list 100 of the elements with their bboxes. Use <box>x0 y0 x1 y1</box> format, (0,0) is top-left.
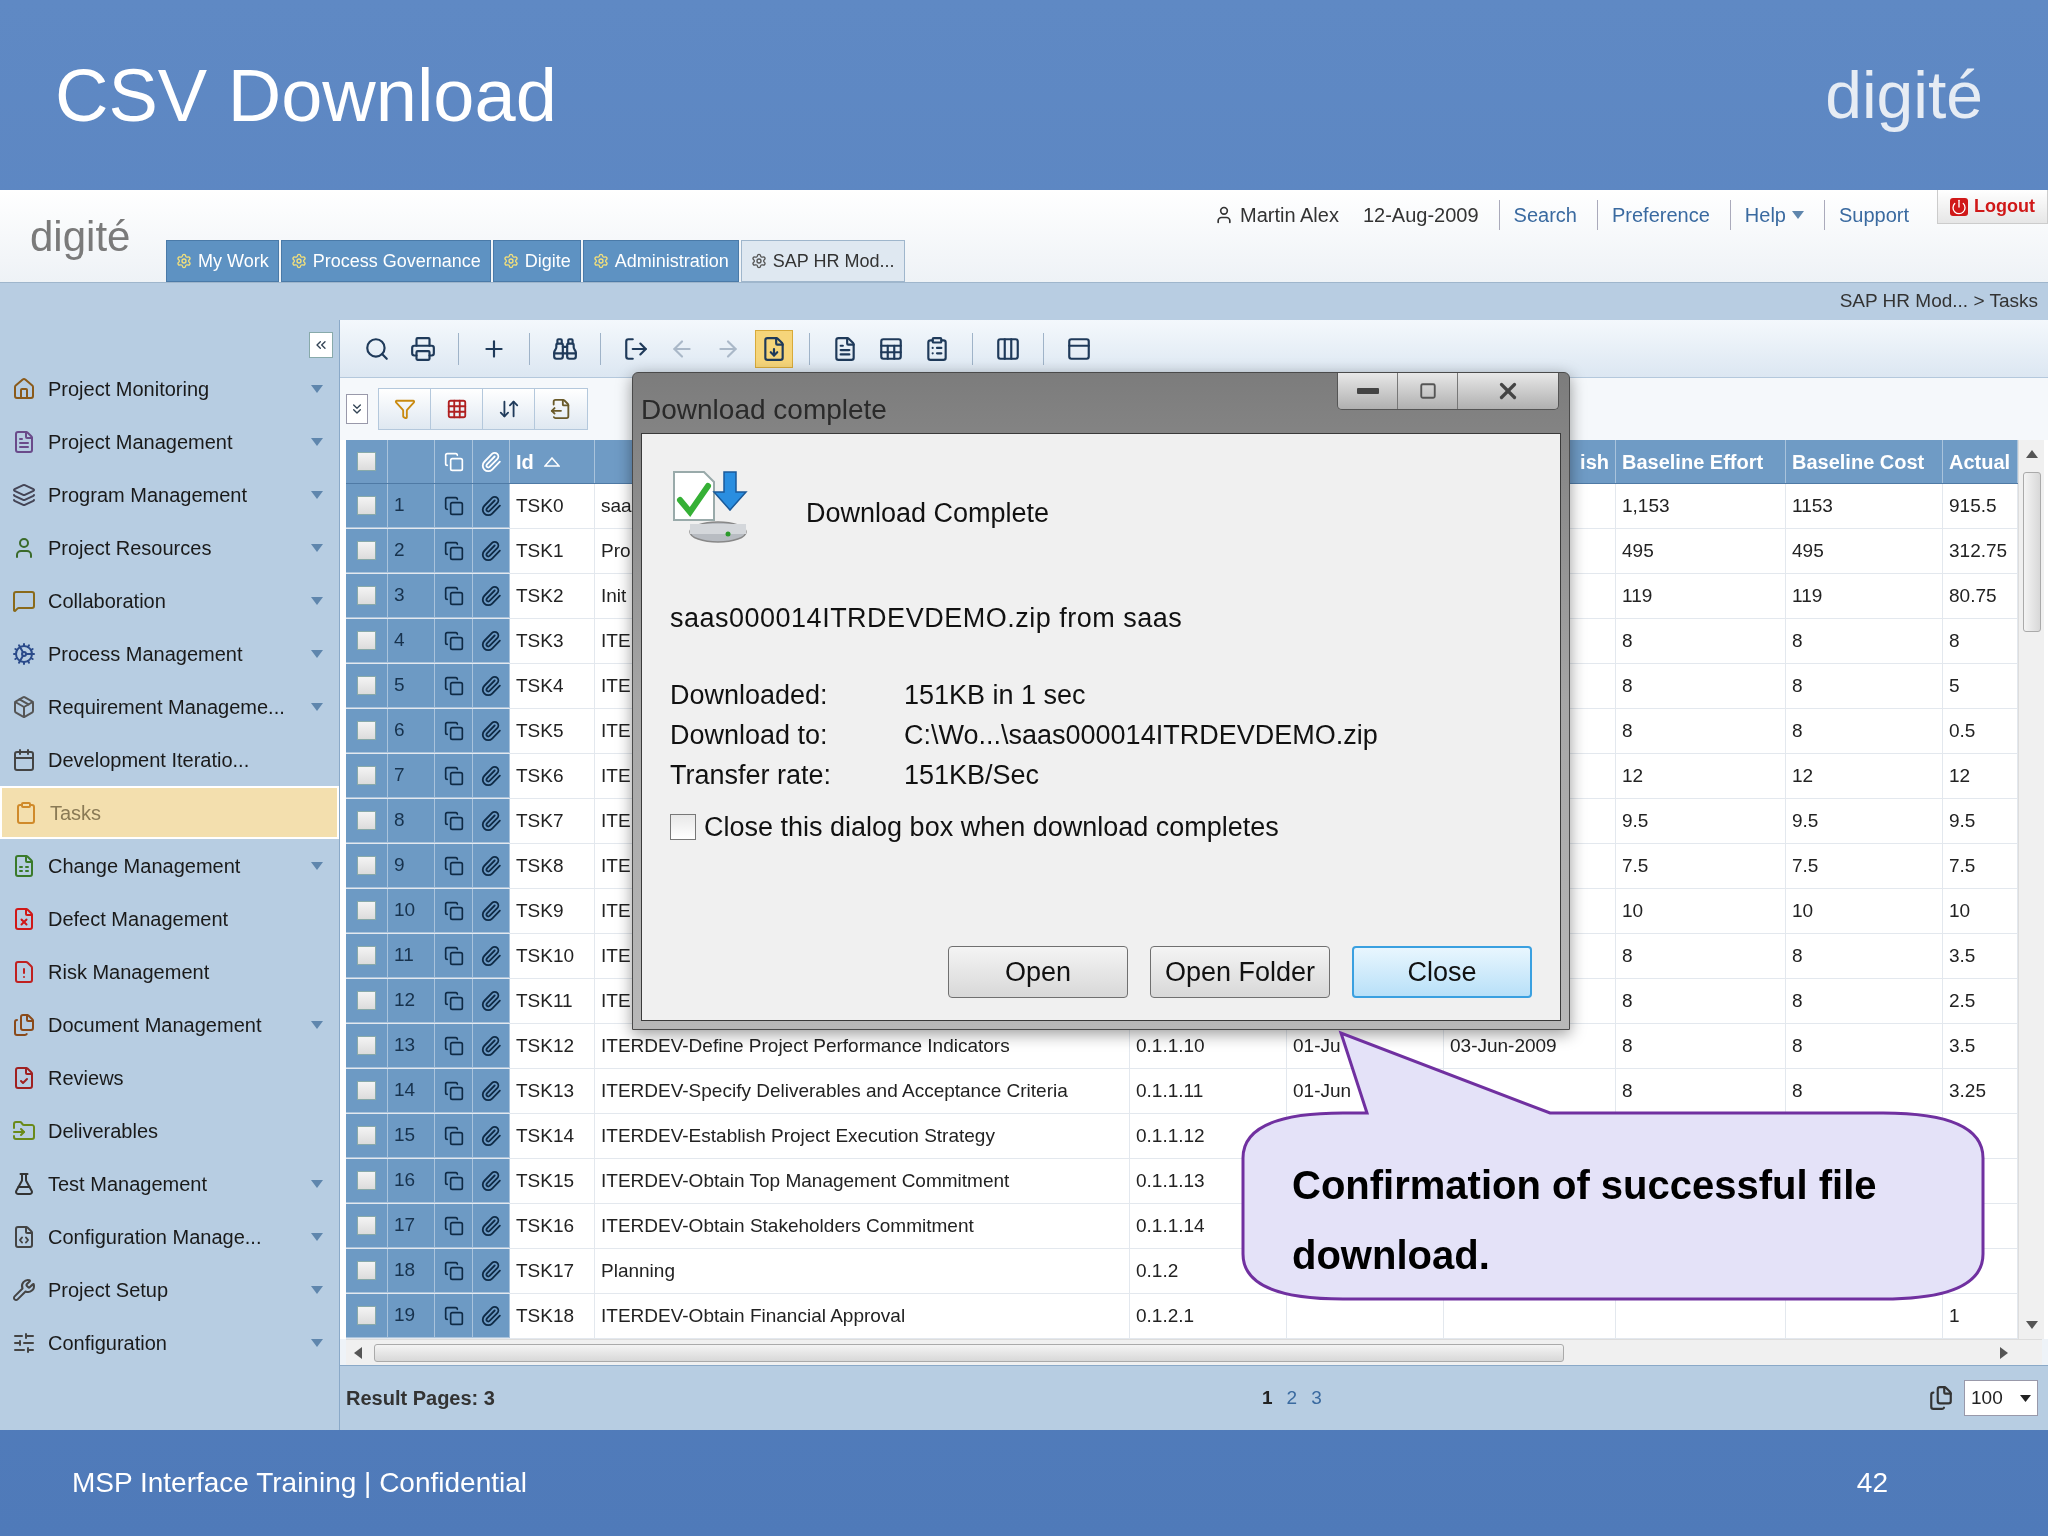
checkbox[interactable] <box>357 721 376 740</box>
checkbox[interactable] <box>357 1306 376 1325</box>
paperclip-icon[interactable] <box>480 764 502 787</box>
checkbox[interactable] <box>357 631 376 650</box>
checkbox[interactable] <box>357 946 376 965</box>
paperclip-icon[interactable] <box>480 719 502 742</box>
stacked-squares-icon[interactable] <box>443 495 464 516</box>
stacked-squares-icon[interactable] <box>443 585 464 606</box>
sidebar-item[interactable]: Document Management <box>0 998 339 1051</box>
stacked-squares-icon[interactable] <box>443 720 464 741</box>
checkbox[interactable] <box>357 452 376 471</box>
header-link[interactable]: Support <box>1838 200 1909 230</box>
checkbox[interactable] <box>357 1216 376 1235</box>
stacked-squares-icon[interactable] <box>443 1035 464 1056</box>
stacked-squares-icon[interactable] <box>443 630 464 651</box>
checkbox[interactable] <box>357 766 376 785</box>
scrollbar-thumb[interactable] <box>2022 472 2041 632</box>
page-link[interactable]: 3 <box>1311 1383 1322 1413</box>
header-link[interactable]: Preference <box>1611 200 1710 230</box>
checkbox[interactable] <box>357 1126 376 1145</box>
paperclip-icon[interactable] <box>480 944 502 967</box>
scroll-left-icon[interactable] <box>354 1346 362 1359</box>
scrollbar-thumb[interactable] <box>374 1343 1564 1362</box>
page-size-select[interactable]: 100 <box>1964 1380 2038 1416</box>
paperclip-icon[interactable] <box>480 1214 502 1237</box>
vertical-scrollbar[interactable] <box>2018 440 2044 1339</box>
logout-button[interactable]: Logout <box>1937 190 2048 224</box>
checkbox[interactable] <box>357 1036 376 1055</box>
paperclip-icon[interactable] <box>480 809 502 832</box>
sidebar-item[interactable]: Configuration Manage... <box>0 1210 339 1263</box>
maximize-button[interactable] <box>1398 373 1458 409</box>
sidebar-item[interactable]: Deliverables <box>0 1104 339 1157</box>
checkbox[interactable] <box>357 676 376 695</box>
collapse-button[interactable] <box>309 332 333 358</box>
paperclip-icon[interactable] <box>480 1079 502 1102</box>
checkbox[interactable] <box>670 813 696 840</box>
paperclip-icon[interactable] <box>480 674 502 697</box>
sidebar-item[interactable]: Project Resources <box>0 521 339 574</box>
scroll-right-icon[interactable] <box>2000 1346 2008 1359</box>
stacked-squares-icon[interactable] <box>443 945 464 966</box>
stacked-squares-icon[interactable] <box>443 900 464 921</box>
sidebar-item[interactable]: Process Management <box>0 627 339 680</box>
sidebar-item[interactable]: Risk Management <box>0 945 339 998</box>
checkbox[interactable] <box>357 541 376 560</box>
sidebar-item[interactable]: Configuration <box>0 1316 339 1369</box>
paperclip-icon[interactable] <box>480 1304 502 1327</box>
sidebar-item[interactable]: Requirement Manageme... <box>0 680 339 733</box>
filter-icon[interactable] <box>393 398 416 420</box>
paperclip-icon[interactable] <box>480 539 502 562</box>
stacked-squares-icon[interactable] <box>443 1125 464 1146</box>
dialog-button[interactable]: Open Folder <box>1150 946 1330 998</box>
paperclip-icon[interactable] <box>480 584 502 607</box>
sidebar-item[interactable]: Development Iteratio... <box>0 733 339 786</box>
paperclip-icon[interactable] <box>480 1169 502 1192</box>
expand-button[interactable] <box>346 394 368 424</box>
paperclip-icon[interactable] <box>480 854 502 877</box>
scroll-up-icon[interactable] <box>2025 450 2038 458</box>
checkbox[interactable] <box>357 856 376 875</box>
paperclip-icon[interactable] <box>480 1124 502 1147</box>
checkbox[interactable] <box>357 811 376 830</box>
dialog-button[interactable]: Close <box>1352 946 1532 998</box>
sidebar-item[interactable]: Project Monitoring <box>0 362 339 415</box>
checkbox[interactable] <box>357 991 376 1010</box>
paperclip-icon[interactable] <box>480 989 502 1012</box>
checkbox[interactable] <box>357 1261 376 1280</box>
checkbox[interactable] <box>357 586 376 605</box>
paperclip-icon[interactable] <box>480 899 502 922</box>
stacked-squares-icon[interactable] <box>443 1170 464 1191</box>
checkbox[interactable] <box>357 496 376 515</box>
checkbox[interactable] <box>357 1081 376 1100</box>
stacked-squares-icon[interactable] <box>443 855 464 876</box>
sidebar-item[interactable]: Project Management <box>0 415 339 468</box>
copy-icon[interactable] <box>1928 1385 1954 1411</box>
sidebar-item[interactable]: Project Setup <box>0 1263 339 1316</box>
sidebar-item[interactable]: Collaboration <box>0 574 339 627</box>
page-link[interactable]: 1 <box>1262 1383 1273 1413</box>
sidebar-item[interactable]: Reviews <box>0 1051 339 1104</box>
scroll-down-icon[interactable] <box>2025 1321 2038 1329</box>
stacked-squares-icon[interactable] <box>443 675 464 696</box>
horizontal-scrollbar[interactable] <box>346 1339 2042 1365</box>
stacked-squares-icon[interactable] <box>443 990 464 1011</box>
sidebar-item[interactable]: Change Management <box>0 839 339 892</box>
stacked-squares-icon[interactable] <box>443 540 464 561</box>
stacked-squares-icon[interactable] <box>443 1260 464 1281</box>
header-link[interactable]: Search <box>1513 200 1577 230</box>
checkbox[interactable] <box>357 901 376 920</box>
nav-tab[interactable]: SAP HR Mod... <box>740 240 905 282</box>
sort-icon[interactable] <box>497 398 520 420</box>
stacked-squares-icon[interactable] <box>443 765 464 786</box>
document-arrow-icon[interactable] <box>550 398 572 420</box>
dialog-button[interactable]: Open <box>948 946 1128 998</box>
paperclip-icon[interactable] <box>480 1259 502 1282</box>
close-window-button[interactable] <box>1458 373 1558 409</box>
paperclip-icon[interactable] <box>480 629 502 652</box>
header-link[interactable]: Help <box>1744 200 1786 230</box>
stacked-squares-icon[interactable] <box>443 1305 464 1326</box>
minimize-button[interactable] <box>1338 373 1398 409</box>
grid-icon[interactable] <box>445 398 468 420</box>
paperclip-icon[interactable] <box>480 1034 502 1057</box>
checkbox-label[interactable]: Close this dialog box when download completes <box>704 806 1279 847</box>
